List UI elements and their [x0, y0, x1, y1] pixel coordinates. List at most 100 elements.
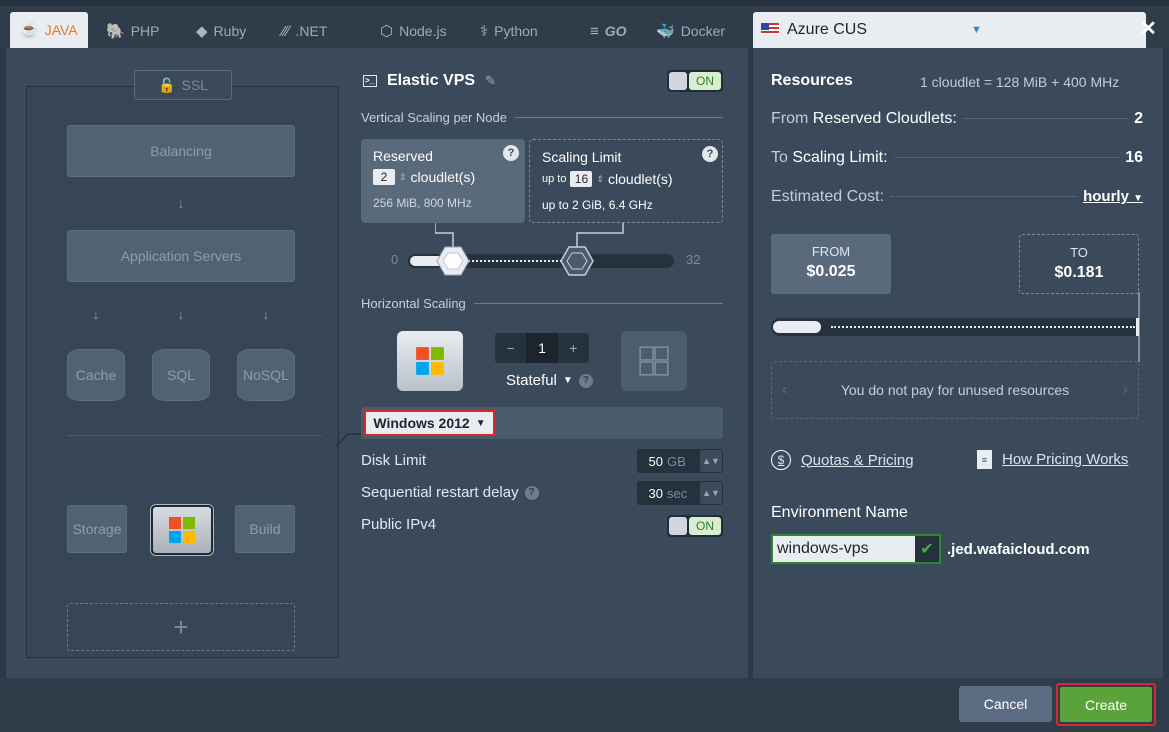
reserved-stepper[interactable]: 2 ⇕ cloudlet(s)	[373, 169, 475, 185]
region-selector[interactable]: Azure CUS ▼	[753, 12, 1146, 48]
chevron-left-icon[interactable]: ‹	[782, 381, 787, 399]
dollar-icon: $	[771, 450, 791, 470]
help-icon[interactable]: ?	[524, 485, 539, 500]
stepper-arrows-icon[interactable]: ⇕	[399, 172, 407, 183]
tab-java[interactable]: ☕ JAVA	[10, 12, 88, 48]
nosql-block[interactable]: NoSQL	[237, 349, 295, 401]
php-icon: 🐘	[106, 23, 125, 40]
storage-block[interactable]: Storage	[67, 505, 127, 553]
toggle-knob	[669, 517, 687, 535]
cost-range-bar	[771, 318, 1139, 336]
caret-down-icon: ▼	[562, 375, 573, 386]
stepper-arrows-icon[interactable]: ▲▼	[700, 482, 722, 504]
cost-to-box: TO $0.181	[1019, 234, 1139, 294]
arrow-down-icon: ↓	[177, 195, 185, 211]
windows-node-selected[interactable]	[151, 505, 213, 555]
top-border	[0, 0, 1169, 6]
pencil-icon[interactable]: ✎	[485, 73, 496, 89]
cost-from-box: FROM $0.025	[771, 234, 891, 294]
topology-wizard: 🔓 SSL Balancing ↓ Application Servers ↓ …	[26, 70, 339, 658]
dotnet-icon: ⁄∕∕	[282, 22, 290, 40]
caret-down-icon: ▼	[475, 417, 486, 429]
public-ipv4-toggle[interactable]: ON	[667, 515, 723, 537]
unlock-icon: 🔓	[158, 76, 176, 93]
go-icon: ≡	[590, 22, 599, 40]
help-icon[interactable]: ?	[503, 145, 519, 161]
estimated-cost-row: Estimated Cost: hourly ▼	[771, 188, 1143, 205]
windows-logo-icon	[169, 517, 195, 543]
limit-stepper[interactable]: up to 16 ⇕ cloudlet(s)	[542, 171, 673, 187]
sql-block[interactable]: SQL	[152, 349, 210, 401]
quotas-pricing-link[interactable]: $ Quotas & Pricing	[771, 450, 914, 470]
tab-go[interactable]: ≡ GO	[590, 16, 627, 46]
environment-name-input[interactable]: windows-vps ✔	[771, 534, 941, 564]
tab-docker[interactable]: 🐳 Docker	[656, 16, 725, 46]
tab-nodejs[interactable]: ⬡ Node.js	[380, 16, 447, 46]
close-icon[interactable]: ✕	[1140, 16, 1157, 41]
caret-down-icon: ▼	[1133, 193, 1143, 204]
ruby-icon: ◆	[196, 23, 208, 40]
os-version-bar: Windows 2012 ▼	[361, 407, 723, 439]
document-icon: ≡	[977, 450, 992, 469]
windows-os-disabled-button[interactable]	[621, 331, 687, 391]
tab-python[interactable]: ⚕ Python	[480, 16, 538, 46]
how-pricing-works-link[interactable]: ≡ How Pricing Works	[977, 450, 1128, 469]
stepper-arrows-icon[interactable]: ⇕	[596, 174, 604, 185]
java-icon: ☕	[20, 22, 39, 39]
help-icon[interactable]: ?	[578, 373, 593, 388]
scaling-limit-box: Scaling Limit ? up to 16 ⇕ cloudlet(s) u…	[529, 139, 723, 223]
node-enable-toggle[interactable]: ON	[667, 70, 723, 92]
python-icon: ⚕	[480, 23, 489, 40]
reserved-slider-handle[interactable]	[436, 246, 470, 276]
windows-outline-icon	[639, 346, 669, 376]
node-count-value[interactable]: 1	[526, 333, 558, 363]
tab-php[interactable]: 🐘 PHP	[106, 16, 159, 46]
reserved-cloudlets-row: From Reserved Cloudlets: 2	[771, 110, 1143, 127]
stepper-arrows-icon[interactable]: ▲▼	[700, 450, 722, 472]
balancing-block[interactable]: Balancing	[67, 125, 295, 177]
node-settings: >_ Elastic VPS ✎ ON Vertical Scaling per…	[355, 48, 735, 678]
windows-logo-icon	[416, 347, 444, 375]
cancel-button[interactable]: Cancel	[959, 686, 1052, 722]
help-icon[interactable]: ?	[702, 146, 718, 162]
cache-block[interactable]: Cache	[67, 349, 125, 401]
increment-button[interactable]: +	[558, 333, 589, 363]
caret-down-icon: ▼	[971, 24, 982, 36]
nodejs-icon: ⬡	[380, 23, 394, 40]
us-flag-icon	[761, 23, 779, 35]
docker-icon: 🐳	[656, 23, 675, 40]
billing-period-dropdown[interactable]: hourly ▼	[1083, 188, 1143, 205]
decrement-button[interactable]: −	[495, 333, 526, 363]
build-block[interactable]: Build	[235, 505, 295, 553]
arrow-down-icon: ↓	[177, 306, 185, 322]
stateful-dropdown[interactable]: Stateful ▼ ?	[506, 372, 593, 389]
ssl-button[interactable]: 🔓 SSL	[134, 70, 232, 100]
resources-panel: Resources 1 cloudlet = 128 MiB + 400 MHz…	[753, 48, 1163, 678]
application-servers-block[interactable]: Application Servers	[67, 230, 295, 282]
cost-range	[831, 326, 1135, 328]
limit-slider-handle[interactable]	[560, 246, 594, 276]
restart-delay-label: Sequential restart delay ?	[361, 484, 539, 501]
windows-os-button[interactable]	[397, 331, 463, 391]
node-count-stepper[interactable]: − 1 +	[495, 333, 589, 363]
disk-limit-label: Disk Limit	[361, 452, 427, 469]
horizontal-scaling-label: Horizontal Scaling	[361, 296, 723, 311]
scaling-limit-row: To Scaling Limit: 16	[771, 149, 1143, 166]
restart-delay-field[interactable]: 30 sec ▲▼	[637, 481, 723, 505]
cost-from-fill	[773, 321, 821, 333]
arrow-down-icon: ↓	[262, 306, 270, 322]
scaling-range	[464, 260, 574, 262]
create-button[interactable]: Create	[1060, 687, 1152, 722]
tab-ruby[interactable]: ◆ Ruby	[196, 16, 246, 46]
os-version-dropdown[interactable]: Windows 2012 ▼	[364, 410, 495, 436]
disk-limit-field[interactable]: 50 GB ▲▼	[637, 449, 723, 473]
unused-resources-note: ‹ You do not pay for unused resources ›	[771, 361, 1139, 419]
toggle-knob	[669, 72, 687, 90]
tab-dotnet[interactable]: ⁄∕∕ .NET	[282, 16, 327, 46]
chevron-right-icon[interactable]: ›	[1123, 381, 1128, 399]
vertical-scaling-label: Vertical Scaling per Node	[361, 110, 723, 125]
terminal-icon: >_	[363, 75, 377, 87]
add-node-button[interactable]: +	[67, 603, 295, 651]
check-icon: ✔	[915, 536, 939, 562]
arrow-down-icon: ↓	[92, 306, 100, 322]
